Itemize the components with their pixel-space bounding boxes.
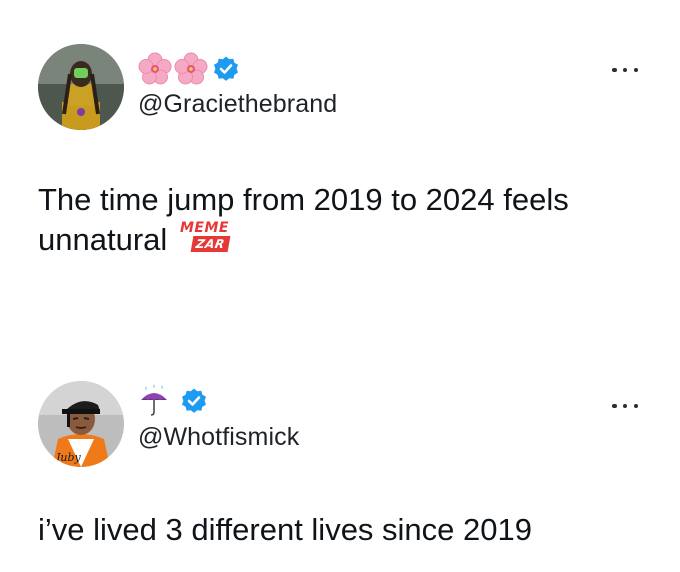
- tweet-card-1: @Graciethebrand The time jump from 2019 …: [0, 0, 680, 300]
- more-options-icon[interactable]: [612, 66, 638, 74]
- more-options-icon[interactable]: [612, 402, 638, 410]
- watermark-logo: MEME ZAR: [176, 220, 234, 254]
- display-name-row[interactable]: [138, 51, 240, 87]
- verified-badge-icon: [182, 388, 206, 413]
- tweet-text: i’ve lived 3 different lives since 2019: [38, 512, 532, 547]
- avatar-shirt-text: Juby: [54, 451, 82, 464]
- watermark-top-text: MEME: [180, 220, 229, 236]
- tweet-text-line-2: unnatural: [38, 222, 168, 257]
- cherry-blossom-icon: [174, 52, 208, 85]
- cherry-blossom-icon: [138, 52, 172, 85]
- avatar[interactable]: [38, 44, 124, 130]
- tweet-card-2: Juby @Whotfismick i’ve lived 3 different…: [0, 360, 680, 572]
- tweet-text: The time jump from 2019 to 2024 feels un…: [38, 180, 658, 260]
- watermark-bottom-text: ZAR: [190, 236, 231, 252]
- umbrella-with-rain-icon: [141, 384, 167, 416]
- display-name-row[interactable]: [138, 383, 208, 419]
- verified-badge-icon: [214, 56, 238, 81]
- avatar-image: Juby: [38, 381, 124, 467]
- avatar-image: [38, 44, 124, 130]
- avatar[interactable]: Juby: [38, 381, 124, 467]
- user-handle[interactable]: @Whotfismick: [138, 423, 299, 452]
- user-handle[interactable]: @Graciethebrand: [138, 90, 337, 119]
- tweet-text-line-1: The time jump from 2019 to 2024 feels: [38, 182, 569, 217]
